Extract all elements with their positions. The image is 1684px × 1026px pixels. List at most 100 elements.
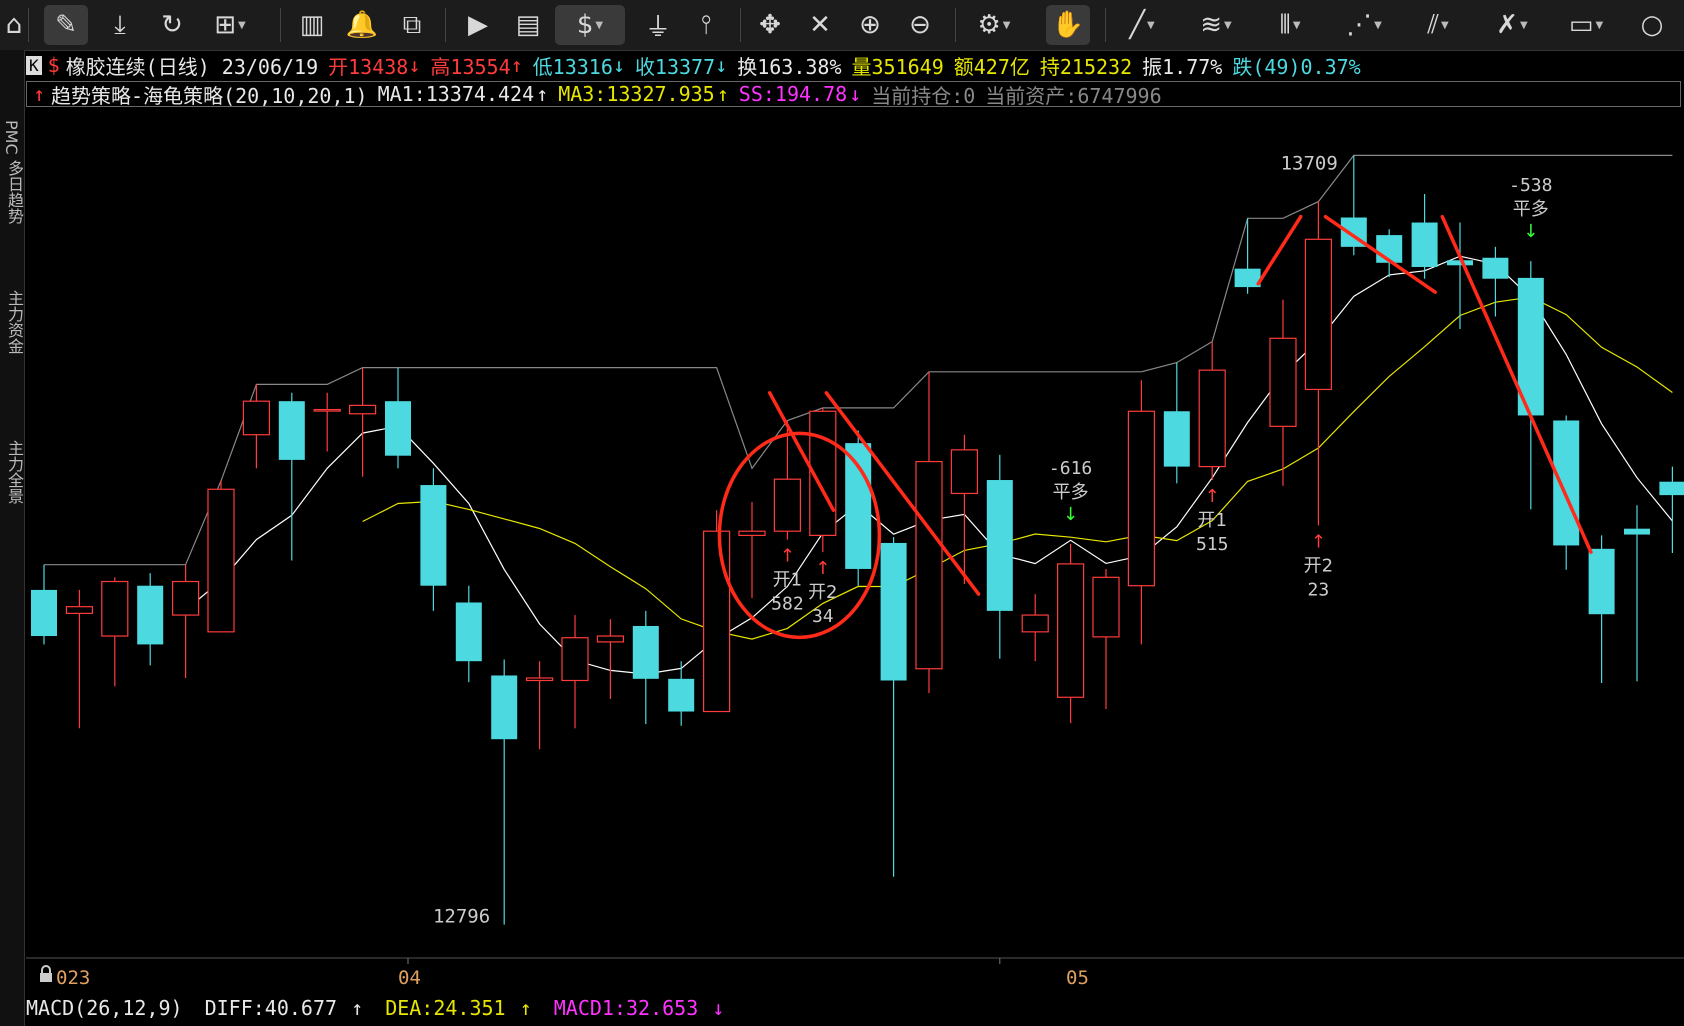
toolbar-separator [28,8,29,42]
assets-value: 当前资产:6747996 [985,83,1162,108]
high-price-label: 13709 [1281,152,1338,174]
open-value: 开13438 [328,54,409,79]
toolbar-separator [955,8,956,42]
play-icon[interactable]: ▶ [456,5,500,45]
ma3-value: MA3:13327.935 [558,82,715,106]
vertical-lines-icon[interactable]: ⦀ ▼ [1260,5,1320,45]
macd-diff-value: DIFF:40.677 [204,996,338,1020]
x-axis-label: 023 [56,967,91,989]
fan-icon[interactable]: ⋰ ▼ [1334,5,1394,45]
strategy-arrow-icon: ↑ [33,82,46,106]
candle-body [455,602,482,662]
zoom-in-icon[interactable]: ⊕ [848,5,892,45]
trade-label: 开2 [808,582,837,603]
filter-icon[interactable]: ⏚ [636,5,680,45]
dollar-button[interactable]: $ ▼ [555,5,625,45]
candle-body [1624,528,1650,535]
open-interest-value: 持215232 [1039,54,1133,79]
home-icon[interactable]: ⌂ [0,5,36,45]
candle-body [596,635,625,643]
refresh-icon[interactable]: ↻ [150,5,194,45]
kline-chart[interactable]: 1370912796↑开1582↑开234-616平多↓↑开1515 ↑开223-… [26,108,1684,964]
candle-body [668,678,695,712]
candle-body [845,443,872,569]
cross-lines-icon[interactable]: ✗ ▼ [1482,5,1542,45]
strategy-header: ↑ 趋势策略-海龟策略(20,10,20,1) MA1:13374.424 ↑ … [26,80,1681,109]
symbol-mark: $ [47,53,60,77]
draw-line-icon[interactable]: ╱ ▼ [1112,5,1172,45]
candle-body [1127,410,1156,587]
alert-bell-icon[interactable]: 🔔 [340,5,384,45]
low-arrow: ↓ [612,53,625,77]
toolbar-separator [1105,8,1106,42]
candle-body [172,580,200,616]
candle-body [526,677,554,682]
ss-value: SS:194.78 [738,82,848,106]
candle-body [1447,260,1473,266]
macd-name[interactable]: MACD(26,12,9) [26,996,183,1020]
low-value: 低13316 [532,54,613,79]
close-long-arrow-icon: ↓ [1063,504,1078,525]
left-rail: PMC 多日趋势 主力资金 主力全景 [0,50,25,1026]
strategy-name[interactable]: 趋势策略-海龟策略(20,10,20,1) [51,80,368,109]
eraser-icon[interactable]: ✕ [798,5,842,45]
settings-icon[interactable]: ⚙ ▼ [964,5,1024,45]
x-axis-label: 04 [398,967,421,989]
high-value: 高13554 [430,54,511,79]
candle-body [349,404,377,415]
candle-body [915,460,943,670]
parallel-lines-icon[interactable]: ⫽ ▼ [1408,5,1468,45]
candle-body [632,625,659,679]
trade-value: 23 [1308,579,1330,600]
candle-body [1198,369,1226,468]
open-arrow: ↓ [408,53,421,77]
circle-icon[interactable]: ○ [1630,5,1674,45]
candle-body [385,401,411,456]
macd-header: MACD(26,12,9) DIFF:40.677 ↑ DEA:24.351 ↑… [26,996,734,1020]
macd-dea-arrow: ↑ [519,996,532,1020]
download-icon[interactable]: ⤓ [98,5,142,45]
candle-body [101,580,129,637]
dollar-icon: $ [576,10,594,40]
left-rail-tab-panorama[interactable]: 主力全景 [2,440,26,504]
macd1-value: MACD1:32.653 [553,996,699,1020]
high-arrow: ↑ [510,53,523,77]
toolbar-separator [740,8,741,42]
trade-label: 开1 [1197,510,1226,531]
rectangle-icon[interactable]: ▭ ▼ [1556,5,1616,45]
ma3-line [362,296,1673,640]
line-chart-icon[interactable]: ⧉ [390,5,434,45]
left-rail-tab-trend[interactable]: 多日趋势 [2,160,26,224]
left-rail-tab-funds[interactable]: 主力资金 [2,290,26,354]
candle-body [137,585,164,645]
candle-body [1056,563,1085,698]
grid-icon[interactable]: ⊞ ▼ [200,5,260,45]
candle-body [1482,257,1509,279]
open-long-arrow-icon: ↑ [780,546,795,567]
trade-value: -538 [1509,175,1552,196]
zoom-out-icon[interactable]: ⊖ [898,5,942,45]
period-badge[interactable]: K [26,55,42,75]
candle-body [702,530,731,713]
candle-chart-icon[interactable]: ▥ [290,5,334,45]
left-rail-tab-pmc[interactable]: PMC [2,120,21,155]
move-icon[interactable]: ✥ [748,5,792,45]
candle-body [207,488,235,633]
macd-dea-value: DEA:24.351 [385,996,506,1020]
indicator-icon[interactable]: ⫯ [684,5,728,45]
lock-icon[interactable] [38,965,54,983]
fibonacci-icon[interactable]: ≋ ▼ [1186,5,1246,45]
open-long-arrow-icon: ↑ [1205,486,1220,507]
ruler-icon[interactable]: ✎ [44,5,88,45]
mouse-icon[interactable]: ✋ [1046,5,1090,45]
document-icon[interactable]: ▤ [506,5,550,45]
candle-body [1021,614,1049,633]
quote-header: K $ 橡胶连续(日线) 23/06/19 开13438 ↓ 高13554 ↑ … [26,52,1371,79]
ma1-arrow: ↑ [536,82,549,106]
turnover-value: 换163.38% [737,54,842,79]
candle-body [65,606,94,614]
candle-body [1092,576,1120,638]
trade-value: 34 [812,606,834,627]
trade-value: 515 [1196,534,1229,555]
candle-body [491,675,518,740]
